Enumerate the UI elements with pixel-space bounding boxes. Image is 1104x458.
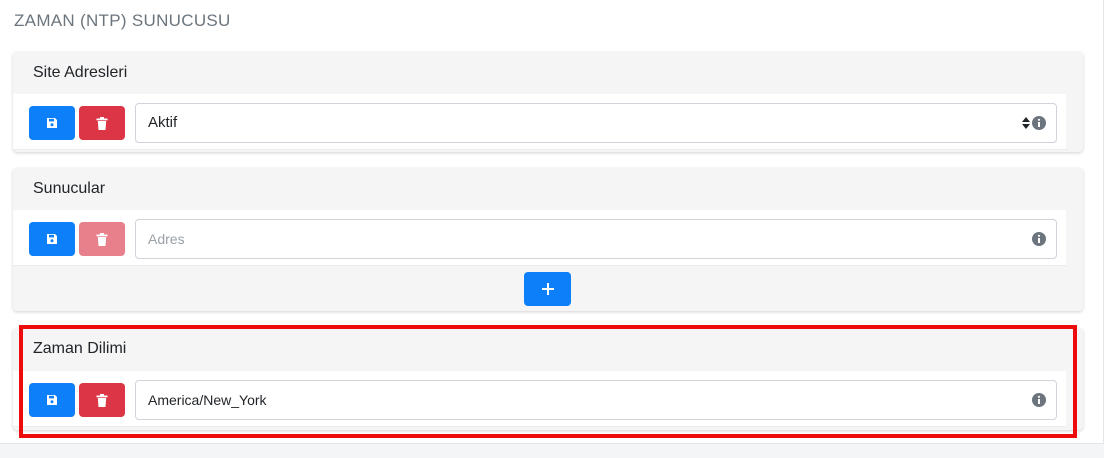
save-button[interactable] <box>29 106 75 140</box>
timezone-value: America/New_York <box>148 392 267 408</box>
select-value: Aktif <box>148 114 178 131</box>
card-title: Site Adresleri <box>33 64 128 81</box>
delete-button[interactable] <box>79 222 125 256</box>
site-addresses-card: Site Adresleri Aktif <box>13 52 1083 152</box>
save-icon <box>47 118 57 128</box>
card-title: Zaman Dilimi <box>33 340 127 357</box>
info-icon[interactable] <box>1032 232 1046 246</box>
servers-card: Sunucular Adres <box>13 168 1083 311</box>
timezone-input[interactable]: America/New_York <box>135 380 1057 420</box>
section-title: ZAMAN (NTP) SUNUCUSU <box>14 11 231 30</box>
page: ZAMAN (NTP) SUNUCUSU Site Adresleri Akti… <box>0 0 1104 444</box>
address-placeholder: Adres <box>148 231 185 247</box>
save-button[interactable] <box>29 222 75 256</box>
save-icon <box>47 395 57 405</box>
delete-button[interactable] <box>79 106 125 140</box>
status-select[interactable]: Aktif <box>135 103 1057 143</box>
save-button[interactable] <box>29 383 75 417</box>
trash-icon <box>96 116 108 130</box>
add-server-button[interactable] <box>524 272 571 306</box>
server-row: Adres <box>13 210 1066 266</box>
save-icon <box>47 234 57 244</box>
timezone-row: America/New_York <box>13 371 1066 427</box>
address-input[interactable]: Adres <box>135 219 1057 259</box>
info-icon[interactable] <box>1032 116 1046 130</box>
select-arrows-icon <box>1022 117 1030 129</box>
site-addresses-row: Aktif <box>13 94 1066 150</box>
trash-icon <box>96 232 108 246</box>
card-title: Sunucular <box>33 180 106 197</box>
delete-button[interactable] <box>79 383 125 417</box>
timezone-card: Zaman Dilimi America/New_York <box>13 328 1083 430</box>
trash-icon <box>96 393 108 407</box>
info-icon[interactable] <box>1032 393 1046 407</box>
plus-icon <box>541 283 554 295</box>
